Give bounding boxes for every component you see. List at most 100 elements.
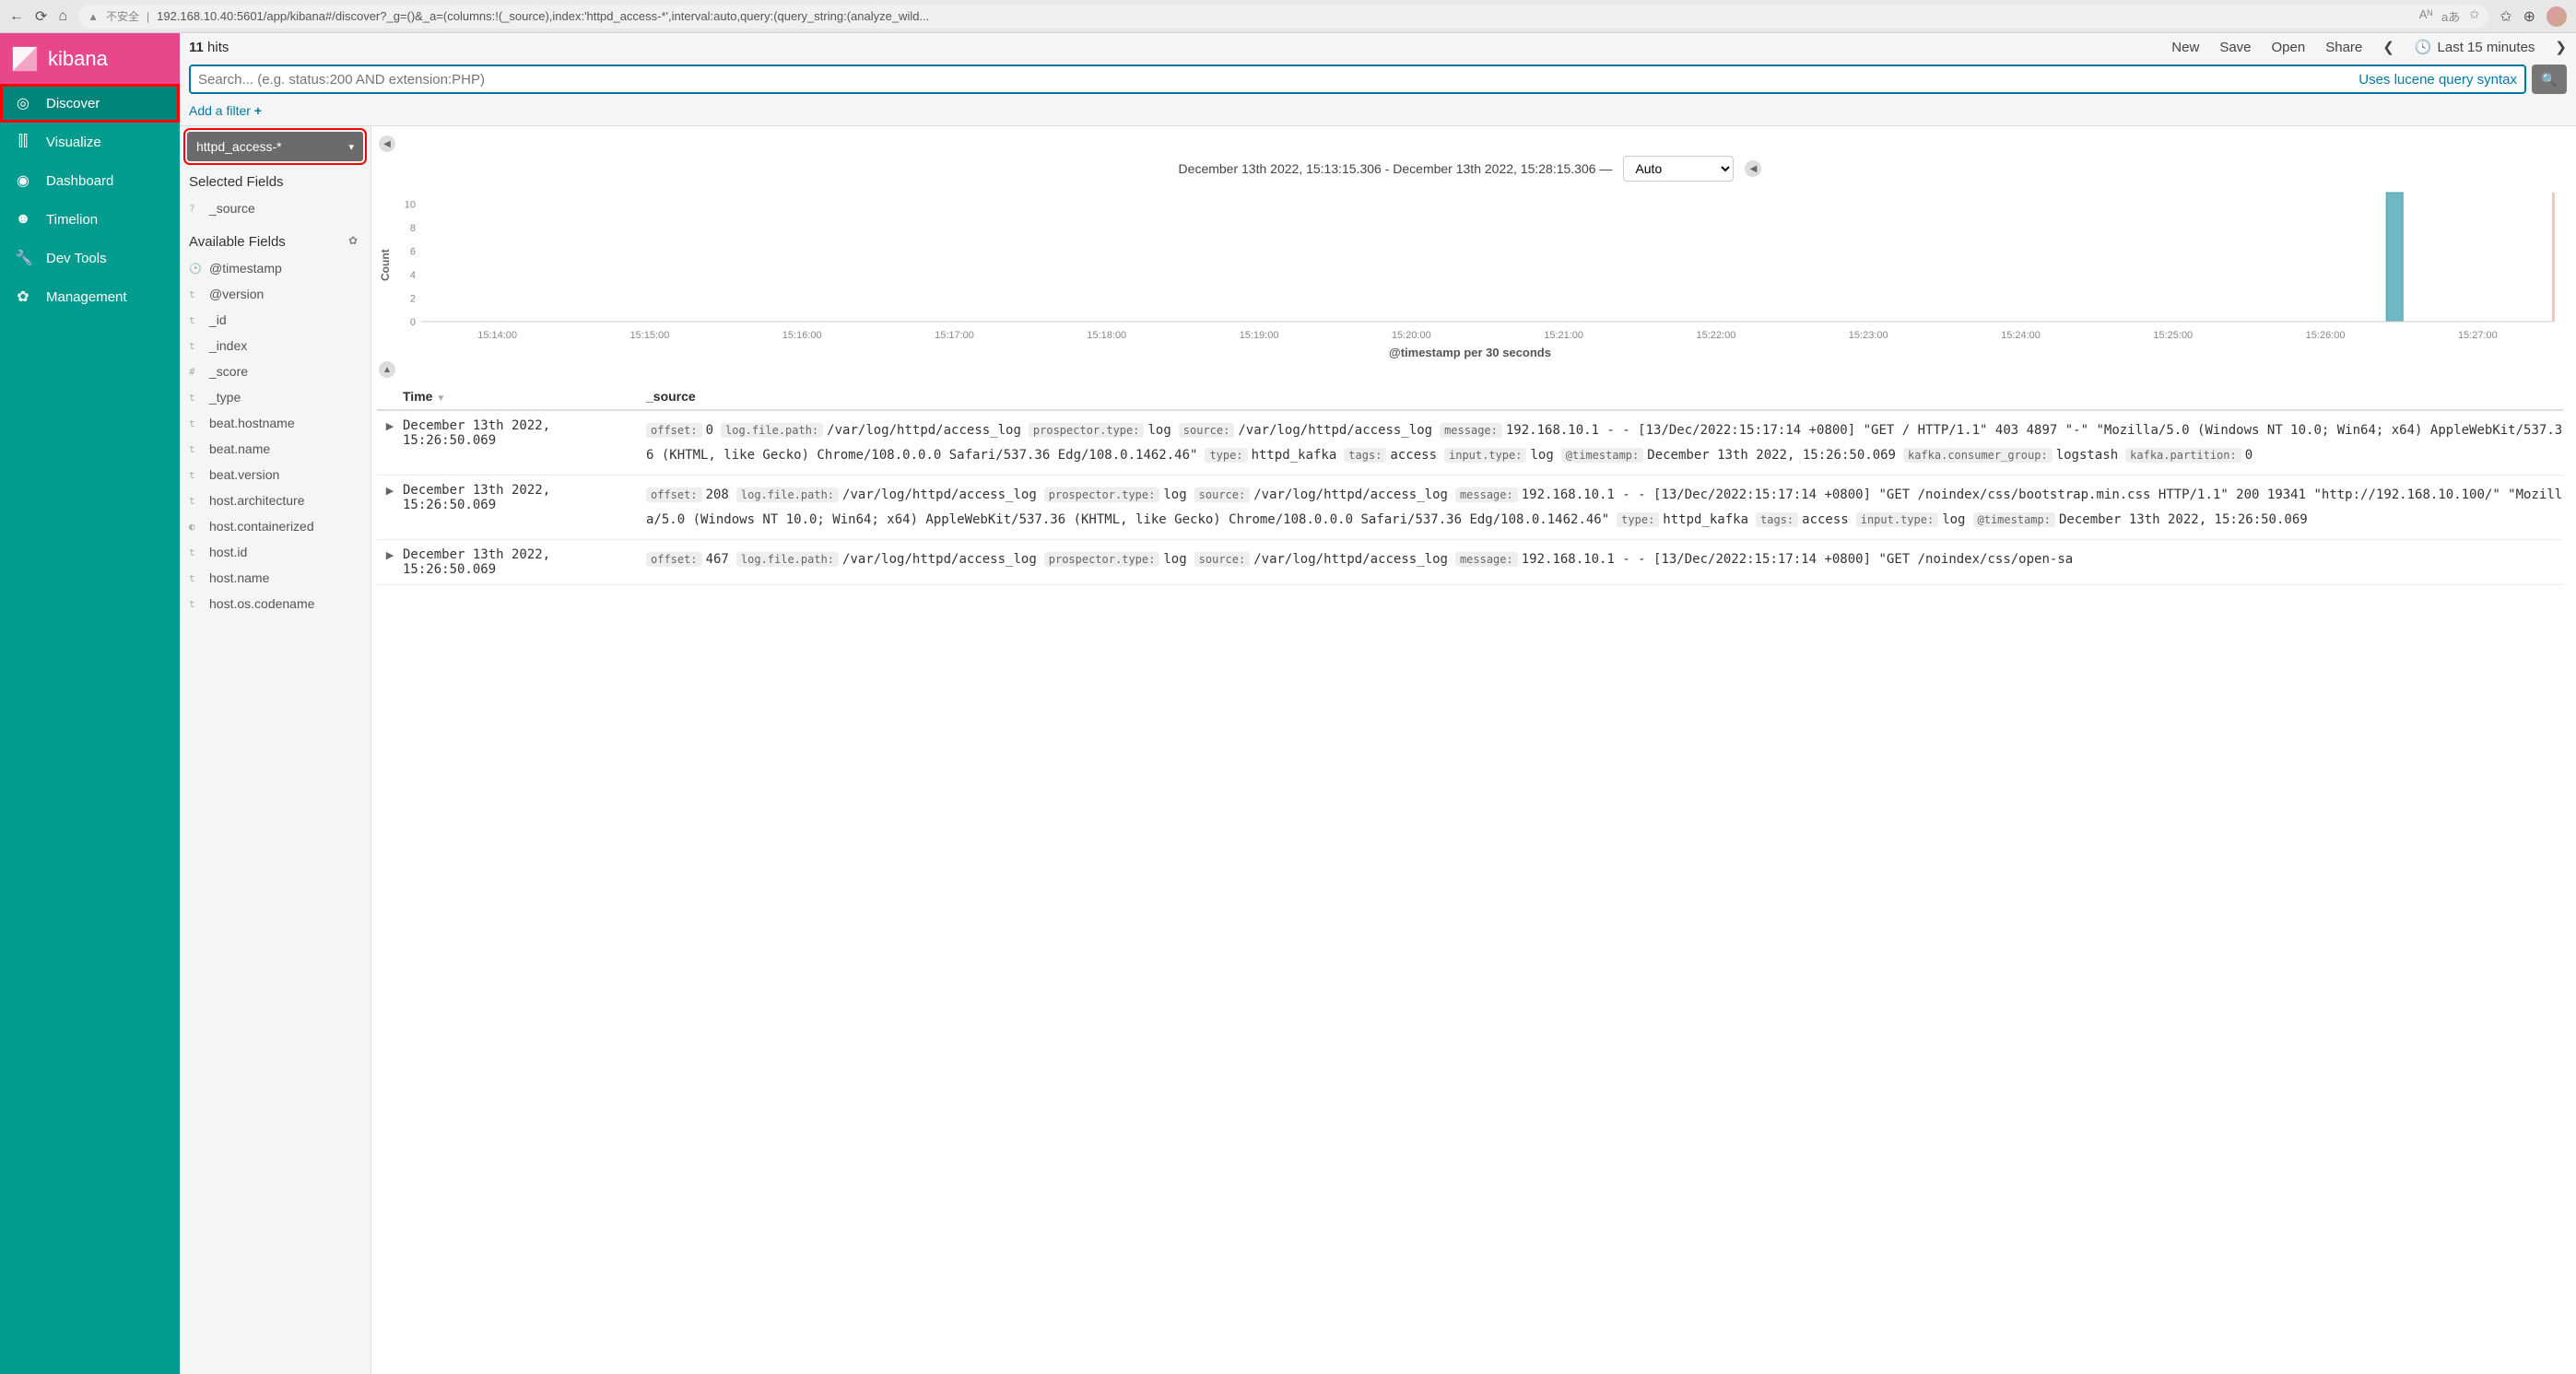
profile-avatar[interactable] xyxy=(2547,6,2567,27)
discover-content: ◀ December 13th 2022, 15:13:15.306 - Dec… xyxy=(371,126,2576,1374)
refresh-icon[interactable]: ⟳ xyxy=(35,7,47,26)
row-time: December 13th 2022, 15:26:50.069 xyxy=(403,418,646,467)
field-name: _type xyxy=(209,390,241,405)
field-name: host.id xyxy=(209,545,247,559)
nav-item-management[interactable]: ✿Management xyxy=(0,277,180,316)
expand-row-icon[interactable]: ▶ xyxy=(377,547,403,577)
field-host.architecture[interactable]: thost.architecture xyxy=(180,487,371,513)
browser-toolbar: ← ⟳ ⌂ ▲ 不安全 | 192.168.10.40:5601/app/kib… xyxy=(0,0,2576,33)
back-icon[interactable]: ← xyxy=(9,8,24,25)
svg-text:2: 2 xyxy=(410,294,416,305)
time-label: Last 15 minutes xyxy=(2438,40,2535,55)
collapse-sidebar-icon[interactable]: ◀ xyxy=(379,135,395,152)
search-input[interactable] xyxy=(198,72,2358,88)
field-name: _id xyxy=(209,312,227,327)
field-name: beat.hostname xyxy=(209,416,295,430)
time-picker[interactable]: 🕓 Last 15 minutes xyxy=(2415,39,2535,55)
nav-item-visualize[interactable]: ⫿⫿Visualize xyxy=(0,123,180,161)
nav-item-discover[interactable]: ◎Discover xyxy=(0,84,180,123)
available-fields-title: Available Fields ✿ xyxy=(180,221,371,255)
field-_score[interactable]: #_score xyxy=(180,358,371,384)
interval-select[interactable]: Auto xyxy=(1623,156,1734,182)
lucene-link[interactable]: Uses lucene query syntax xyxy=(2358,72,2517,88)
expand-row-icon[interactable]: ▶ xyxy=(377,418,403,467)
field-@version[interactable]: t@version xyxy=(180,281,371,307)
field-type-icon: t xyxy=(189,495,200,507)
field-_type[interactable]: t _type xyxy=(180,384,371,410)
scroll-top-icon[interactable]: ▲ xyxy=(379,361,395,378)
selected-fields-title: Selected Fields xyxy=(180,161,371,195)
index-pattern-select[interactable]: httpd_access-* xyxy=(187,132,363,161)
field-type-icon: t xyxy=(189,443,200,455)
insecure-label: 不安全 xyxy=(106,8,139,24)
action-share[interactable]: Share xyxy=(2325,40,2362,55)
field-host.containerized[interactable]: ◐host.containerized xyxy=(180,513,371,539)
field-beat.hostname[interactable]: tbeat.hostname xyxy=(180,410,371,436)
plus-icon: + xyxy=(254,103,262,118)
action-new[interactable]: New xyxy=(2171,40,2199,55)
table-header: Time ▼ _source xyxy=(377,383,2563,411)
add-filter-link[interactable]: Add a filter + xyxy=(189,103,262,118)
nav-icon: 🔧 xyxy=(15,249,31,267)
field-host.os.codename[interactable]: thost.os.codename xyxy=(180,591,371,617)
favorites-icon[interactable]: ✩ xyxy=(2500,7,2511,26)
side-nav: kibana ◎Discover⫿⫿Visualize◉Dashboard☻Ti… xyxy=(0,33,180,1374)
nav-item-dev-tools[interactable]: 🔧 Dev Tools xyxy=(0,239,180,277)
field-type-icon: t xyxy=(189,314,200,326)
collapse-chart-icon[interactable]: ◀ xyxy=(1745,160,1761,177)
field-host.name[interactable]: thost.name xyxy=(180,565,371,591)
time-next-icon[interactable]: ❯ xyxy=(2555,39,2567,55)
date-range-header: December 13th 2022, 15:13:15.306 - Decem… xyxy=(377,156,2563,182)
collections-icon[interactable]: ⊕ xyxy=(2523,7,2535,26)
action-open[interactable]: Open xyxy=(2272,40,2306,55)
reader-icon[interactable]: Aᴺ xyxy=(2419,7,2432,25)
row-source: offset:208log.file.path:/var/log/httpd/a… xyxy=(646,483,2563,532)
field-type-icon: 🕑 xyxy=(189,263,200,275)
field-name: beat.name xyxy=(209,441,270,456)
col-source-header[interactable]: _source xyxy=(646,389,2563,404)
nav-item-dashboard[interactable]: ◉Dashboard xyxy=(0,161,180,200)
time-prev-icon[interactable]: ❮ xyxy=(2382,39,2394,55)
field-_id[interactable]: t _id xyxy=(180,307,371,333)
brand[interactable]: kibana xyxy=(0,33,180,84)
field-type-icon: t xyxy=(189,392,200,404)
separator: | xyxy=(147,10,149,23)
main-content: 11 hits New Save Open Share ❮ 🕓 Last 15 … xyxy=(180,33,2576,1374)
svg-text:6: 6 xyxy=(410,247,416,258)
url-text: 192.168.10.40:5601/app/kibana#/discover?… xyxy=(157,9,929,23)
gear-icon[interactable]: ✿ xyxy=(348,234,358,247)
row-source: offset:467log.file.path:/var/log/httpd/a… xyxy=(646,547,2563,577)
expand-row-icon[interactable]: ▶ xyxy=(377,483,403,532)
histogram-chart[interactable]: Count 024681015:14:0015:15:0015:16:0015:… xyxy=(377,187,2563,344)
svg-text:15:14:00: 15:14:00 xyxy=(477,330,517,341)
field-_source[interactable]: ?_source xyxy=(180,195,371,221)
favorite-icon[interactable]: ✩ xyxy=(2469,7,2479,25)
home-icon[interactable]: ⌂ xyxy=(58,8,67,25)
translate-icon[interactable]: aあ xyxy=(2441,7,2460,25)
field-@timestamp[interactable]: 🕑@timestamp xyxy=(180,255,371,281)
field-host.id[interactable]: thost.id xyxy=(180,539,371,565)
field-name: host.os.codename xyxy=(209,596,314,611)
nav-item-timelion[interactable]: ☻Timelion xyxy=(0,200,180,239)
search-button[interactable]: 🔍 xyxy=(2532,65,2567,94)
nav-label: Dev Tools xyxy=(46,251,107,266)
row-source: offset:0log.file.path:/var/log/httpd/acc… xyxy=(646,418,2563,467)
col-time-header[interactable]: Time ▼ xyxy=(403,389,646,404)
field-beat.name[interactable]: t beat.name xyxy=(180,436,371,462)
table-row: ▶December 13th 2022, 15:26:50.069offset:… xyxy=(377,476,2563,540)
action-save[interactable]: Save xyxy=(2219,40,2251,55)
top-actions: New Save Open Share ❮ 🕓 Last 15 minutes … xyxy=(2171,39,2567,55)
field-beat.version[interactable]: tbeat.version xyxy=(180,462,371,487)
search-input-wrap[interactable]: Uses lucene query syntax xyxy=(189,65,2526,94)
field-type-icon: t xyxy=(189,572,200,584)
field-type-icon: t xyxy=(189,340,200,352)
sort-desc-icon: ▼ xyxy=(436,393,445,404)
field-_index[interactable]: t_index xyxy=(180,333,371,358)
row-time: December 13th 2022, 15:26:50.069 xyxy=(403,483,646,532)
document-table: Time ▼ _source ▶December 13th 2022, 15:2… xyxy=(377,383,2563,585)
nav-icon: ⫿⫿ xyxy=(15,134,31,150)
clock-icon: 🕓 xyxy=(2415,39,2432,55)
field-type-icon: t xyxy=(189,469,200,481)
field-type-icon: t xyxy=(189,288,200,300)
address-bar[interactable]: ▲ 不安全 | 192.168.10.40:5601/app/kibana#/d… xyxy=(78,5,2488,29)
